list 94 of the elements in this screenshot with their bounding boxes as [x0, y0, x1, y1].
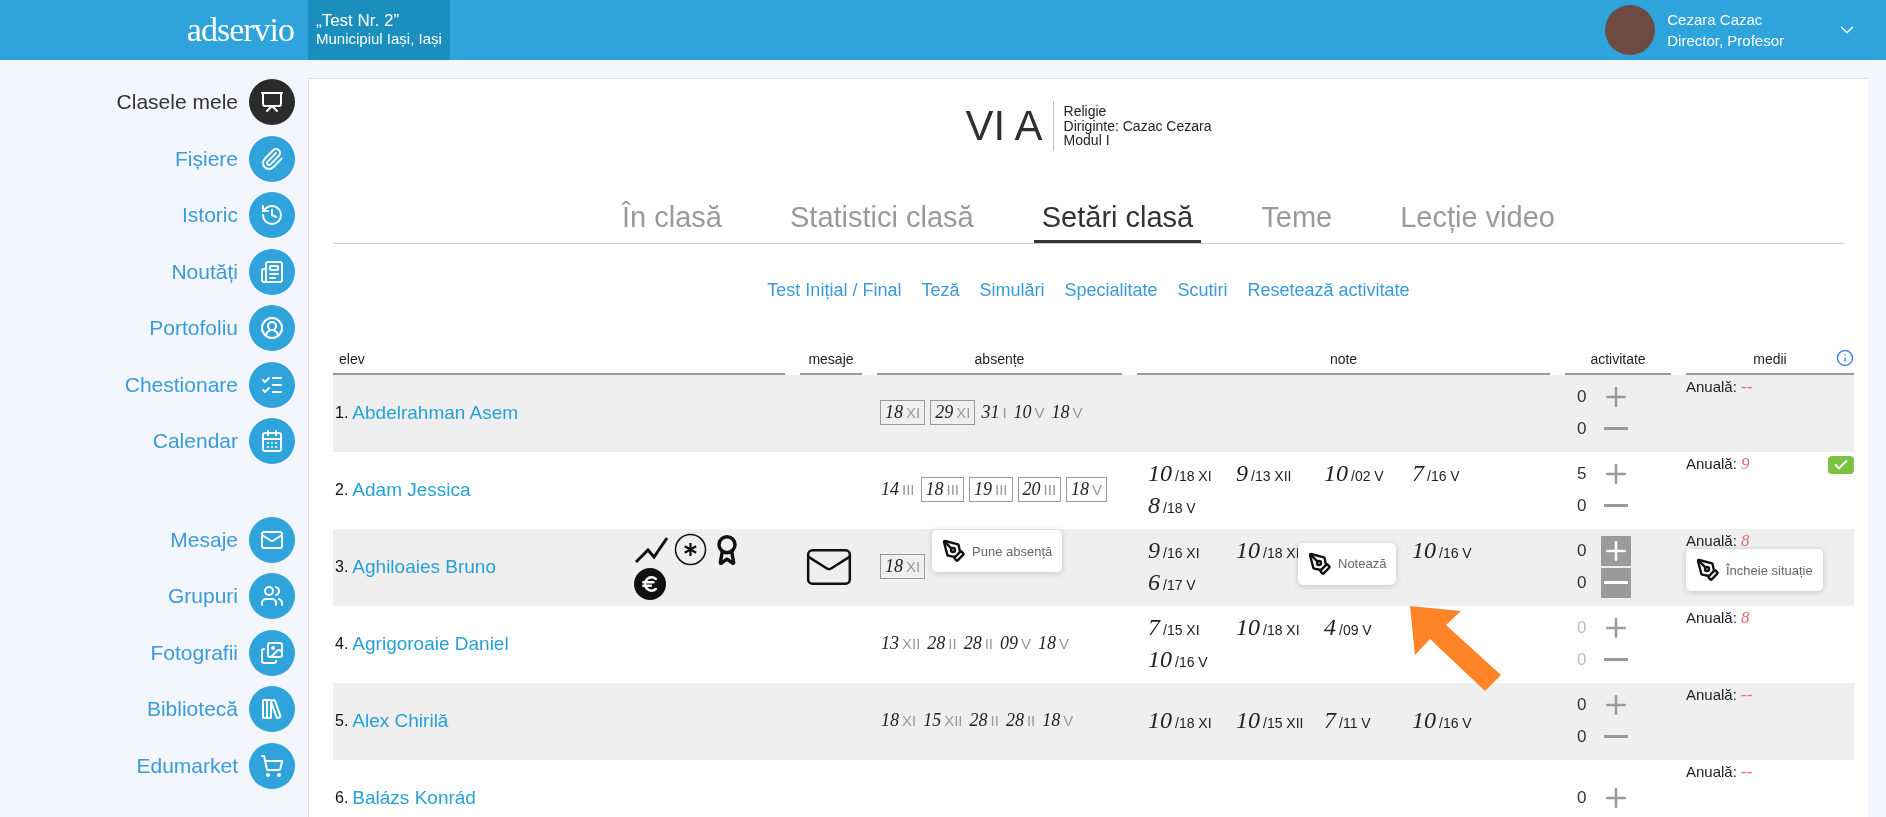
library-icon [249, 686, 295, 733]
activity-count: 0 [1577, 694, 1588, 715]
activity-count: 0 [1577, 649, 1588, 670]
row-number: 2. [335, 480, 349, 499]
grade[interactable]: 7/15 XI [1148, 613, 1200, 641]
user-info: Cezara Cazac Director, Profesor [1667, 10, 1784, 51]
grade[interactable]: 10/02 V [1324, 459, 1384, 487]
pen-icon [1696, 558, 1720, 582]
grade[interactable]: 10/18 XI [1148, 706, 1212, 734]
quiz-icon [249, 361, 295, 408]
annual-average: Anuală: 8 [1686, 608, 1750, 628]
annual-average: Anuală: 8 [1686, 531, 1750, 551]
news-icon [249, 248, 295, 295]
absence-date[interactable]: 29 XI [930, 400, 976, 425]
grade[interactable]: 10/16 V [1412, 536, 1472, 564]
minus-icon [1604, 581, 1628, 584]
absence-date[interactable]: 18 XI [880, 708, 918, 733]
row-number: 3. [335, 557, 349, 576]
grade[interactable]: 7/11 V [1324, 706, 1371, 734]
files-icon [249, 135, 295, 182]
grade[interactable]: 7/16 V [1412, 459, 1460, 487]
grade[interactable]: 6/17 V [1148, 568, 1196, 596]
market-icon [249, 742, 295, 789]
absence-date[interactable]: 15 XII [922, 708, 964, 733]
school-selector[interactable]: „Test Nr. 2” Municipiul Iași, Iași [308, 0, 450, 60]
activity-count: 0 [1577, 572, 1588, 593]
activity-count: 0 [1577, 540, 1588, 561]
annual-average: Anuală: -- [1686, 762, 1753, 782]
grade[interactable]: 10/18 XI [1236, 613, 1300, 641]
activity-count: 0 [1577, 495, 1588, 516]
activity-count: 0 [1577, 726, 1588, 747]
groups-icon [249, 573, 295, 620]
popup-button[interactable]: Notează [1298, 542, 1397, 585]
grade[interactable]: 10/18 XI [1236, 536, 1300, 564]
grade[interactable]: 9/16 XI [1148, 536, 1200, 564]
history-icon [249, 192, 295, 239]
minus-button[interactable] [1601, 567, 1631, 598]
plus-button[interactable] [1601, 535, 1631, 566]
class-details: Religie Diriginte: Cazac Cezara Modul I [1063, 104, 1212, 148]
class-name: VI A [965, 101, 1054, 151]
absence-date[interactable]: 18 V [1050, 400, 1084, 425]
row-number: 1. [335, 403, 349, 422]
sidebar-item[interactable]: Clasele mele [0, 74, 308, 131]
pen-icon [1308, 551, 1332, 576]
row-number: 5. [335, 711, 349, 730]
portfolio-icon [249, 305, 295, 352]
messages-icon [249, 516, 295, 563]
absence-date[interactable]: 18 III [920, 477, 965, 502]
minus-icon [1604, 735, 1628, 738]
absence-date[interactable]: 10 V [1012, 400, 1046, 425]
activity-count: 5 [1577, 463, 1588, 484]
calendar-icon [249, 418, 295, 465]
activity-count: 0 [1577, 418, 1588, 439]
absence-date[interactable]: 31 I [980, 400, 1008, 425]
grade[interactable]: 10/16 V [1412, 706, 1472, 734]
classes-icon [249, 79, 295, 126]
absence-date[interactable]: 19 III [969, 477, 1013, 502]
absence-date[interactable]: 28 II [962, 631, 995, 656]
absence-date[interactable]: 20 III [1017, 477, 1062, 502]
row-number: 6. [335, 788, 349, 807]
grade[interactable]: 9/13 XII [1236, 459, 1292, 487]
absence-date[interactable]: 28 II [968, 708, 1000, 733]
info-icon[interactable] [1836, 349, 1854, 367]
absence-date[interactable]: 28 II [1004, 708, 1037, 733]
grade[interactable]: 8/18 V [1148, 491, 1196, 519]
minus-icon [1604, 427, 1628, 430]
minus-icon [1604, 658, 1628, 661]
absence-date[interactable]: 18 V [1041, 708, 1075, 733]
grade[interactable]: 4/09 V [1324, 613, 1372, 641]
activity-count: 0 [1577, 617, 1588, 638]
avatar[interactable] [1605, 5, 1656, 55]
grade[interactable]: 10/16 V [1148, 645, 1208, 673]
absence-date[interactable]: 28 II [926, 631, 958, 656]
minus-icon [1604, 504, 1628, 507]
photos-icon [249, 629, 295, 676]
activity-count: 0 [1577, 386, 1588, 407]
absence-date[interactable]: 18 XI [880, 554, 926, 579]
grade[interactable]: 10/15 XII [1236, 706, 1304, 734]
pen-icon [942, 539, 966, 563]
activity-count: 0 [1577, 787, 1588, 808]
popup-button[interactable]: Pune absență [932, 530, 1063, 572]
absence-date[interactable]: 18 XI [880, 400, 926, 425]
absence-date[interactable]: 13 XII [880, 631, 922, 656]
annual-average: Anuală: -- [1686, 377, 1753, 397]
tab[interactable]: Setări clasă [1033, 201, 1202, 243]
annual-average: Anuală: -- [1686, 685, 1753, 705]
popup-button[interactable]: Încheie situație [1686, 549, 1823, 591]
absence-date[interactable]: 09 V [999, 631, 1033, 656]
absence-date[interactable]: 18 V [1066, 477, 1108, 502]
row-number: 4. [335, 634, 349, 653]
annual-average: Anuală: 9 [1686, 454, 1750, 474]
absence-date[interactable]: 18 V [1037, 631, 1071, 656]
absence-date[interactable]: 14 III [880, 477, 916, 502]
grade[interactable]: 10/18 XI [1148, 459, 1212, 487]
